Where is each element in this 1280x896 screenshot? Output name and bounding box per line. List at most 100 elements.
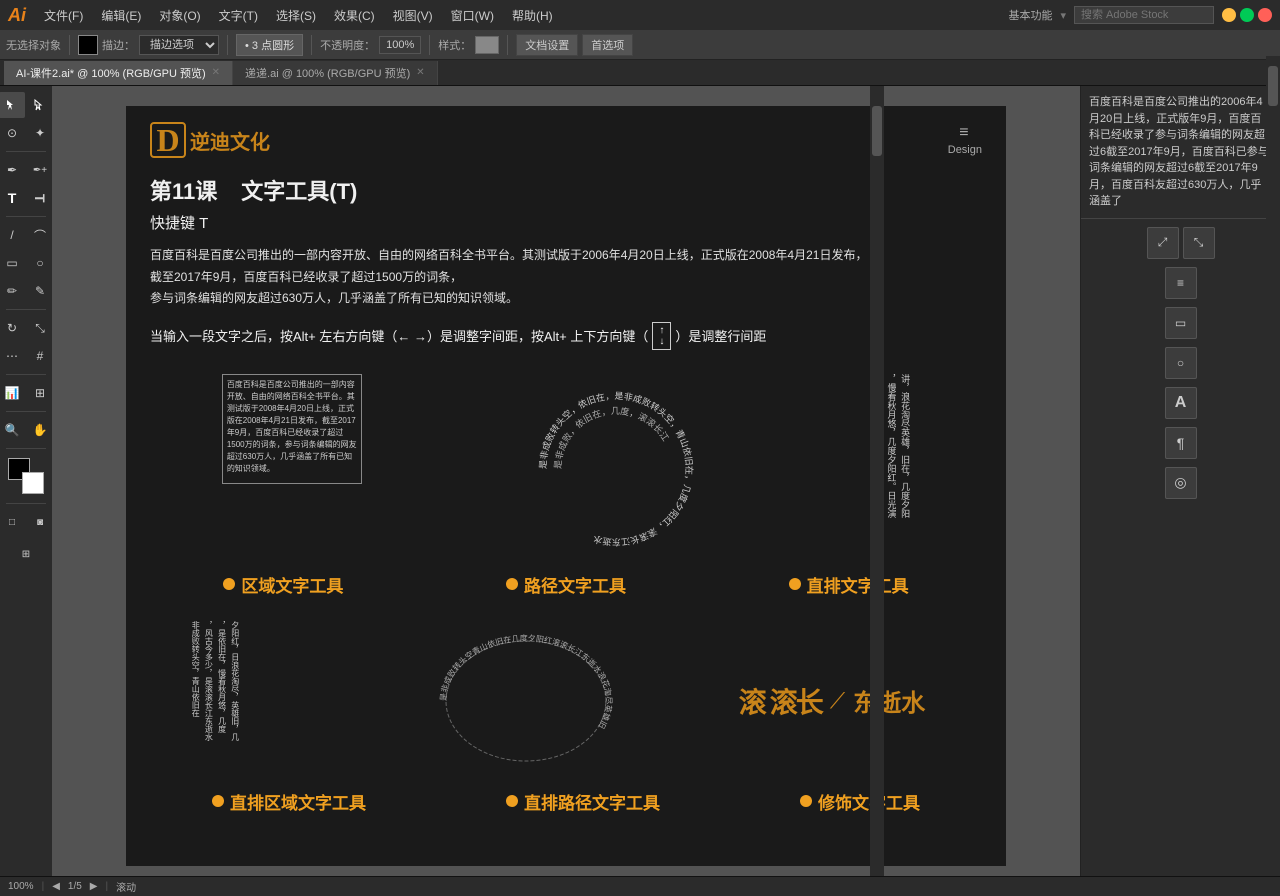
note-end: ）是调整行间距	[675, 326, 766, 345]
dot-1	[223, 578, 235, 590]
right-panel: 百度百科是百度公司推出的2006年4月20日上线，正式版年9月，百度百科已经收录…	[1080, 86, 1280, 876]
brush-tool-button[interactable]: ✏	[0, 278, 25, 304]
doc-settings-button[interactable]: 文档设置	[516, 34, 578, 56]
artboard-tool-button[interactable]: ⊞	[13, 541, 39, 567]
color-swatch-area[interactable]	[8, 458, 44, 494]
direct-select-tool-button[interactable]	[27, 92, 53, 118]
scale-tool-button[interactable]: ⤡	[27, 315, 53, 341]
menu-select[interactable]: 选择(S)	[268, 5, 324, 26]
tool-group-rotate: ↻ ⤡	[0, 315, 53, 341]
tool-label-6: 修饰文字工具	[800, 789, 920, 814]
area-text-demo: 百度百科是百度公司推出的一部内容开放、自由的网络百科全书平台。其测试版于2008…	[222, 374, 362, 484]
rect-tool-button[interactable]: ▭	[0, 250, 25, 276]
zoom-level[interactable]: 100%	[8, 881, 34, 892]
zoom-tool-button[interactable]: 🔍	[0, 417, 25, 443]
dot-2	[506, 578, 518, 590]
maximize-button[interactable]	[1240, 8, 1254, 22]
main-layout: ⊙ ✦ ✒ ✒+ T T / ⌒ ▭ ○ ✏ ✎ ↻ ⤡ ⋯	[0, 86, 1280, 876]
artboard-mode[interactable]: 滚动	[116, 879, 136, 894]
canvas-area[interactable]: D 逆迪文化 ≡ Design 第11课 文字工具(T) 快捷键 T 百度百科是…	[52, 86, 1080, 876]
panel-para-icon[interactable]: ¶	[1165, 427, 1197, 459]
blend-tool-button[interactable]: ⋯	[0, 343, 25, 369]
arc-tool-button[interactable]: ⌒	[27, 222, 53, 248]
status-bar: 100% | ◀ 1/5 ▶ | 滚动	[0, 876, 1280, 896]
panel-menu-icon[interactable]: ≡	[1165, 267, 1197, 299]
mode-dropdown-icon[interactable]: ▾	[1060, 9, 1066, 22]
style-swatch[interactable]	[475, 36, 499, 54]
tab-2-close[interactable]: ✕	[416, 67, 424, 78]
panel-circle-2-icon[interactable]: ◎	[1165, 467, 1197, 499]
tab-1-close[interactable]: ✕	[212, 67, 220, 78]
menu-window[interactable]: 窗口(W)	[443, 5, 502, 26]
panel-rect-icon[interactable]: ▭	[1165, 307, 1197, 339]
normal-mode-button[interactable]: □	[0, 509, 25, 535]
tool-name-1: 区域文字工具	[241, 572, 343, 597]
nav-menu[interactable]: ≡ Design	[948, 124, 982, 156]
type-tool-button[interactable]: T	[0, 185, 25, 211]
point-type-button[interactable]: • 3 点圆形	[236, 34, 303, 56]
right-panel-content: 百度百科是百度公司推出的2006年4月20日上线，正式版年9月，百度百科已经收录…	[1081, 86, 1280, 219]
no-select-label: 无选择对象	[6, 37, 61, 53]
stock-search-input[interactable]	[1074, 6, 1214, 24]
right-scrollbar[interactable]	[1266, 56, 1280, 876]
path-text-demo: 是非成败转头空，依旧在，是非成败转头空，青山依旧在，几度夕阳红，滚滚长江东逝水 …	[521, 374, 711, 564]
style-label: 样式：	[438, 37, 471, 53]
close-button[interactable]	[1258, 8, 1272, 22]
selection-tool-button[interactable]	[0, 92, 25, 118]
dot-5	[506, 795, 518, 807]
magic-wand-tool-button[interactable]: ✦	[27, 120, 53, 146]
add-anchor-tool-button[interactable]: ✒+	[27, 157, 53, 183]
pencil-tool-button[interactable]: ✎	[27, 278, 53, 304]
graph-tool-button[interactable]: 📊	[0, 380, 25, 406]
menu-bar-right: 基本功能 ▾	[1008, 6, 1272, 24]
rotate-tool-button[interactable]: ↻	[0, 315, 25, 341]
tab-1[interactable]: AI-课件2.ai* @ 100% (RGB/GPU 预览) ✕	[4, 61, 233, 85]
tool-group-mode: □ ◙	[0, 509, 53, 535]
panel-icon-row-1: ⤢ ⤡	[1147, 227, 1215, 259]
panel-type-icon[interactable]: A	[1165, 387, 1197, 419]
menu-text[interactable]: 文字(T)	[211, 5, 266, 26]
screen-mode-button[interactable]: ◙	[27, 509, 53, 535]
toolbox-sep-5	[6, 411, 46, 412]
vertical-type-tool-button[interactable]: T	[27, 185, 53, 211]
mode-label[interactable]: 基本功能	[1008, 7, 1052, 23]
panel-resize-icon[interactable]: ⤢	[1147, 227, 1179, 259]
tabs-bar: AI-课件2.ai* @ 100% (RGB/GPU 预览) ✕ 递递.ai @…	[0, 60, 1280, 86]
preferences-button[interactable]: 首选项	[582, 34, 633, 56]
stroke-select[interactable]: 描边选项	[139, 35, 219, 55]
tab-2[interactable]: 递递.ai @ 100% (RGB/GPU 预览) ✕	[233, 61, 438, 85]
window-controls	[1222, 8, 1272, 22]
tool-group-select	[0, 92, 53, 118]
tab-2-label: 递递.ai @ 100% (RGB/GPU 预览)	[245, 65, 410, 81]
menu-file[interactable]: 文件(F)	[36, 5, 91, 26]
data-tool-button[interactable]: ⊞	[27, 380, 53, 406]
nav-next[interactable]: ▶	[90, 881, 98, 892]
toolbar-separator-2	[227, 35, 228, 55]
lasso-tool-button[interactable]: ⊙	[0, 120, 25, 146]
mesh-tool-button[interactable]: #	[27, 343, 53, 369]
menu-edit[interactable]: 编辑(E)	[93, 5, 149, 26]
ellipse-text-svg: 是非成败转头空青山依旧在几度夕阳红滚滚长江东逝水浪花淘尽英雄旧	[426, 621, 626, 781]
panel-circle-icon[interactable]: ○	[1165, 347, 1197, 379]
poem-vertical-3: 讲，浪花淘尽英雄，旧在，几度夕阳	[898, 374, 910, 518]
hand-tool-button[interactable]: ✋	[27, 417, 53, 443]
ellipse-tool-button[interactable]: ○	[27, 250, 53, 276]
menu-effect[interactable]: 效果(C)	[326, 5, 383, 26]
pen-tool-button[interactable]: ✒	[0, 157, 25, 183]
scrollbar-thumb[interactable]	[872, 106, 882, 156]
stroke-label: 描边：	[102, 37, 135, 53]
scrollbar-vertical[interactable]	[870, 86, 884, 876]
opacity-input[interactable]: 100%	[379, 36, 421, 54]
stroke-color-swatch[interactable]	[78, 35, 98, 55]
right-scrollbar-thumb[interactable]	[1268, 66, 1278, 106]
menu-view[interactable]: 视图(V)	[385, 5, 441, 26]
tool-group-pen: ✒ ✒+	[0, 157, 53, 183]
menu-object[interactable]: 对象(O)	[151, 5, 208, 26]
nav-prev[interactable]: ◀	[52, 881, 60, 892]
panel-expand-icon[interactable]: ⤡	[1183, 227, 1215, 259]
tool-name-2: 路径文字工具	[524, 572, 626, 597]
line-tool-button[interactable]: /	[0, 222, 25, 248]
tool-label-3: 直排文字工具	[789, 572, 909, 597]
menu-help[interactable]: 帮助(H)	[504, 5, 561, 26]
minimize-button[interactable]	[1222, 8, 1236, 22]
